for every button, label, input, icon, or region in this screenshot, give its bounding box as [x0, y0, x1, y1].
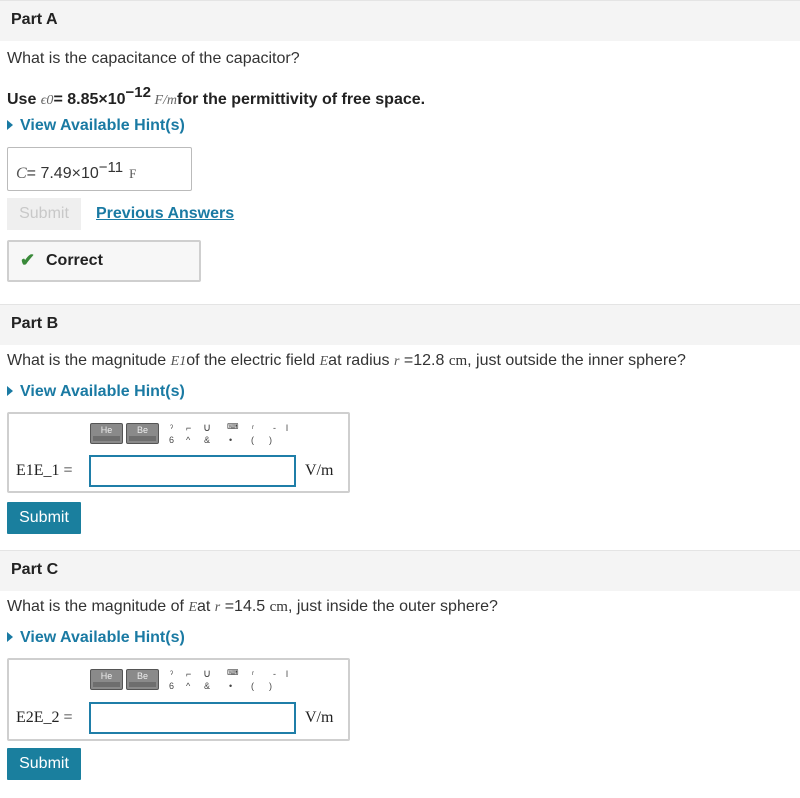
part-c-answer-panel: He Be ˀ ⌐ ∪ ⌨ ʳ - l 6 ^ & • ( ) E2E_2 = …	[7, 658, 350, 741]
part-b-answer-panel: He Be ˀ ⌐ ∪ ⌨ ʳ - l 6 ^ & • ( ) E1E_1 = …	[7, 412, 350, 493]
minus-icon[interactable]: -	[273, 669, 276, 679]
answer-unit: F	[129, 166, 137, 181]
q-prefix: What is the magnitude	[7, 352, 171, 369]
toolbar-key-label: Be	[136, 671, 148, 681]
part-c-hint-label: View Available Hint(s)	[20, 629, 185, 646]
redo-icon[interactable]: ⌐	[186, 669, 191, 679]
redo-icon[interactable]: ⌐	[186, 423, 191, 433]
reset-icon[interactable]: ∪	[203, 421, 211, 434]
q-mid: of the electric field	[186, 352, 320, 369]
part-b-question: What is the magnitude E1of the electric …	[7, 352, 686, 370]
previous-answers-link[interactable]: Previous Answers	[96, 205, 234, 223]
answer-symbol: C	[16, 165, 27, 182]
q-unit: cm	[269, 599, 288, 615]
ampersand-icon[interactable]: &	[204, 681, 210, 691]
correct-feedback: ✔ Correct	[7, 240, 201, 282]
part-a-hint-link[interactable]: View Available Hint(s)	[7, 117, 185, 135]
toolbar-key-label: He	[100, 425, 113, 435]
part-c-answer-input[interactable]	[89, 702, 296, 734]
q-mid: at	[197, 598, 215, 615]
paren-right-icon[interactable]: )	[269, 681, 272, 691]
keyboard-icon[interactable]: ⌨	[227, 422, 239, 431]
epsilon-value: = 8.85×10	[53, 91, 126, 108]
part-b-hint-label: View Available Hint(s)	[20, 383, 185, 400]
toolbar-key-label: Be	[136, 425, 148, 435]
part-b-header: Part B	[0, 304, 800, 345]
paren-right-icon[interactable]: )	[269, 435, 272, 445]
toolbar-key-label: He	[100, 671, 113, 681]
part-a-hint-label: View Available Hint(s)	[20, 117, 185, 134]
caret-icon[interactable]: ^	[186, 435, 190, 445]
dot-icon[interactable]: •	[229, 681, 232, 691]
keyboard-icon[interactable]: ⌨	[227, 668, 239, 677]
caret-right-icon	[7, 632, 13, 642]
part-c-title: Part C	[11, 561, 59, 578]
part-c-header: Part C	[0, 550, 800, 591]
q-mid2: at radius	[328, 352, 394, 369]
help-icon[interactable]: ʳ	[252, 669, 254, 679]
six-icon[interactable]: 6	[169, 435, 174, 445]
epsilon-suffix: for the permittivity of free space.	[177, 91, 426, 108]
part-c-unit: V/m	[305, 709, 334, 726]
part-b-title: Part B	[11, 315, 59, 332]
epsilon-exponent: −12	[125, 84, 151, 101]
caret-right-icon	[7, 120, 13, 130]
ampersand-icon[interactable]: &	[204, 435, 210, 445]
part-b-field-label: E1E_1 =	[16, 462, 73, 479]
paren-left-icon[interactable]: (	[251, 435, 254, 445]
part-b-math-toolbar: He Be ˀ ⌐ ∪ ⌨ ʳ - l 6 ^ & • ( )	[90, 421, 310, 449]
template-key-button[interactable]: He	[90, 669, 123, 690]
permittivity-instruction: Use ϵ0= 8.85×10−12 F/mfor the permittivi…	[7, 84, 425, 109]
template-key-button[interactable]: Be	[126, 423, 159, 444]
help-icon[interactable]: ʳ	[252, 423, 254, 433]
symbol-e: E	[188, 600, 197, 615]
caret-right-icon	[7, 386, 13, 396]
q-unit: cm	[448, 353, 468, 369]
part-b-answer-input[interactable]	[89, 455, 296, 487]
answer-value: = 7.49×10	[26, 165, 99, 182]
caret-icon[interactable]: ^	[186, 681, 190, 691]
undo-icon[interactable]: ˀ	[170, 423, 173, 433]
template-key-button[interactable]: He	[90, 423, 123, 444]
use-prefix: Use	[7, 91, 41, 108]
dot-icon[interactable]: •	[229, 435, 232, 445]
part-a-header: Part A	[0, 0, 800, 41]
part-c-question: What is the magnitude of Eat r =14.5 cm,…	[7, 598, 498, 616]
checkmark-icon: ✔	[20, 250, 36, 270]
q-suffix: , just inside the outer sphere?	[287, 598, 498, 615]
q-value: =14.5	[220, 598, 270, 615]
minus-icon[interactable]: -	[273, 423, 276, 433]
part-c-hint-link[interactable]: View Available Hint(s)	[7, 629, 185, 647]
part-c-math-toolbar: He Be ˀ ⌐ ∪ ⌨ ʳ - l 6 ^ & • ( )	[90, 667, 310, 695]
undo-icon[interactable]: ˀ	[170, 669, 173, 679]
paren-left-icon[interactable]: (	[251, 681, 254, 691]
bracket-icon[interactable]: l	[286, 423, 288, 433]
q-prefix: What is the magnitude of	[7, 598, 189, 615]
part-b-hint-link[interactable]: View Available Hint(s)	[7, 383, 185, 401]
reset-icon[interactable]: ∪	[203, 667, 211, 680]
epsilon-unit: F/m	[150, 93, 178, 108]
correct-label: Correct	[46, 252, 103, 269]
q-suffix: , just outside the inner sphere?	[467, 352, 686, 369]
template-key-button[interactable]: Be	[126, 669, 159, 690]
bracket-icon[interactable]: l	[286, 669, 288, 679]
six-icon[interactable]: 6	[169, 681, 174, 691]
answer-exponent: −11	[98, 159, 124, 176]
epsilon-symbol: ϵ0	[40, 93, 54, 108]
part-b-unit: V/m	[305, 462, 334, 479]
part-a-answer-display: C= 7.49×10−11 F	[7, 147, 192, 191]
part-b-submit-button[interactable]: Submit	[7, 502, 81, 534]
symbol-e1: E1	[170, 354, 187, 369]
q-value: =12.8	[399, 352, 449, 369]
part-c-field-label: E2E_2 =	[16, 709, 73, 726]
part-c-submit-button[interactable]: Submit	[7, 748, 81, 780]
part-a-question: What is the capacitance of the capacitor…	[7, 50, 300, 67]
part-a-submit-button[interactable]: Submit	[7, 198, 81, 230]
part-a-title: Part A	[11, 11, 58, 28]
symbol-e: E	[319, 354, 329, 369]
